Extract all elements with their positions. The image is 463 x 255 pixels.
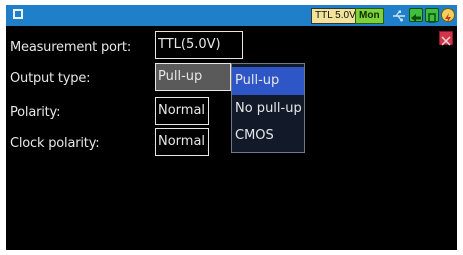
power-icon <box>441 8 455 23</box>
output-type-dropdown: Pull-up No pull-up CMOS <box>231 63 305 153</box>
measurement-port-select[interactable]: TTL(5.0V) <box>155 31 243 59</box>
device-screen: TTL 5.0V Mon Measurement port: TTL(5.0V)… <box>6 5 457 250</box>
arrow-icon <box>409 8 423 22</box>
dropdown-option-cmos[interactable]: CMOS <box>232 122 304 150</box>
usb-icon <box>392 8 406 22</box>
output-type-select[interactable]: Pull-up <box>155 63 231 91</box>
polarity-select[interactable]: Normal <box>155 97 209 125</box>
dropdown-option-pull-up[interactable]: Pull-up <box>232 67 304 95</box>
clock-polarity-label: Clock polarity: <box>10 136 100 151</box>
measurement-port-label: Measurement port: <box>10 40 132 55</box>
ttl-voltage-badge: TTL 5.0V <box>311 8 360 24</box>
window-icon <box>13 9 23 19</box>
polarity-label: Polarity: <box>10 105 61 120</box>
monitor-mode-badge: Mon <box>355 8 384 24</box>
status-bar: TTL 5.0V Mon <box>6 5 457 26</box>
clock-polarity-select[interactable]: Normal <box>155 128 209 156</box>
close-icon <box>441 36 451 46</box>
card-icon <box>425 8 439 23</box>
output-type-label: Output type: <box>10 71 91 86</box>
close-button[interactable] <box>439 31 453 46</box>
dropdown-option-no-pull-up[interactable]: No pull-up <box>232 95 304 123</box>
